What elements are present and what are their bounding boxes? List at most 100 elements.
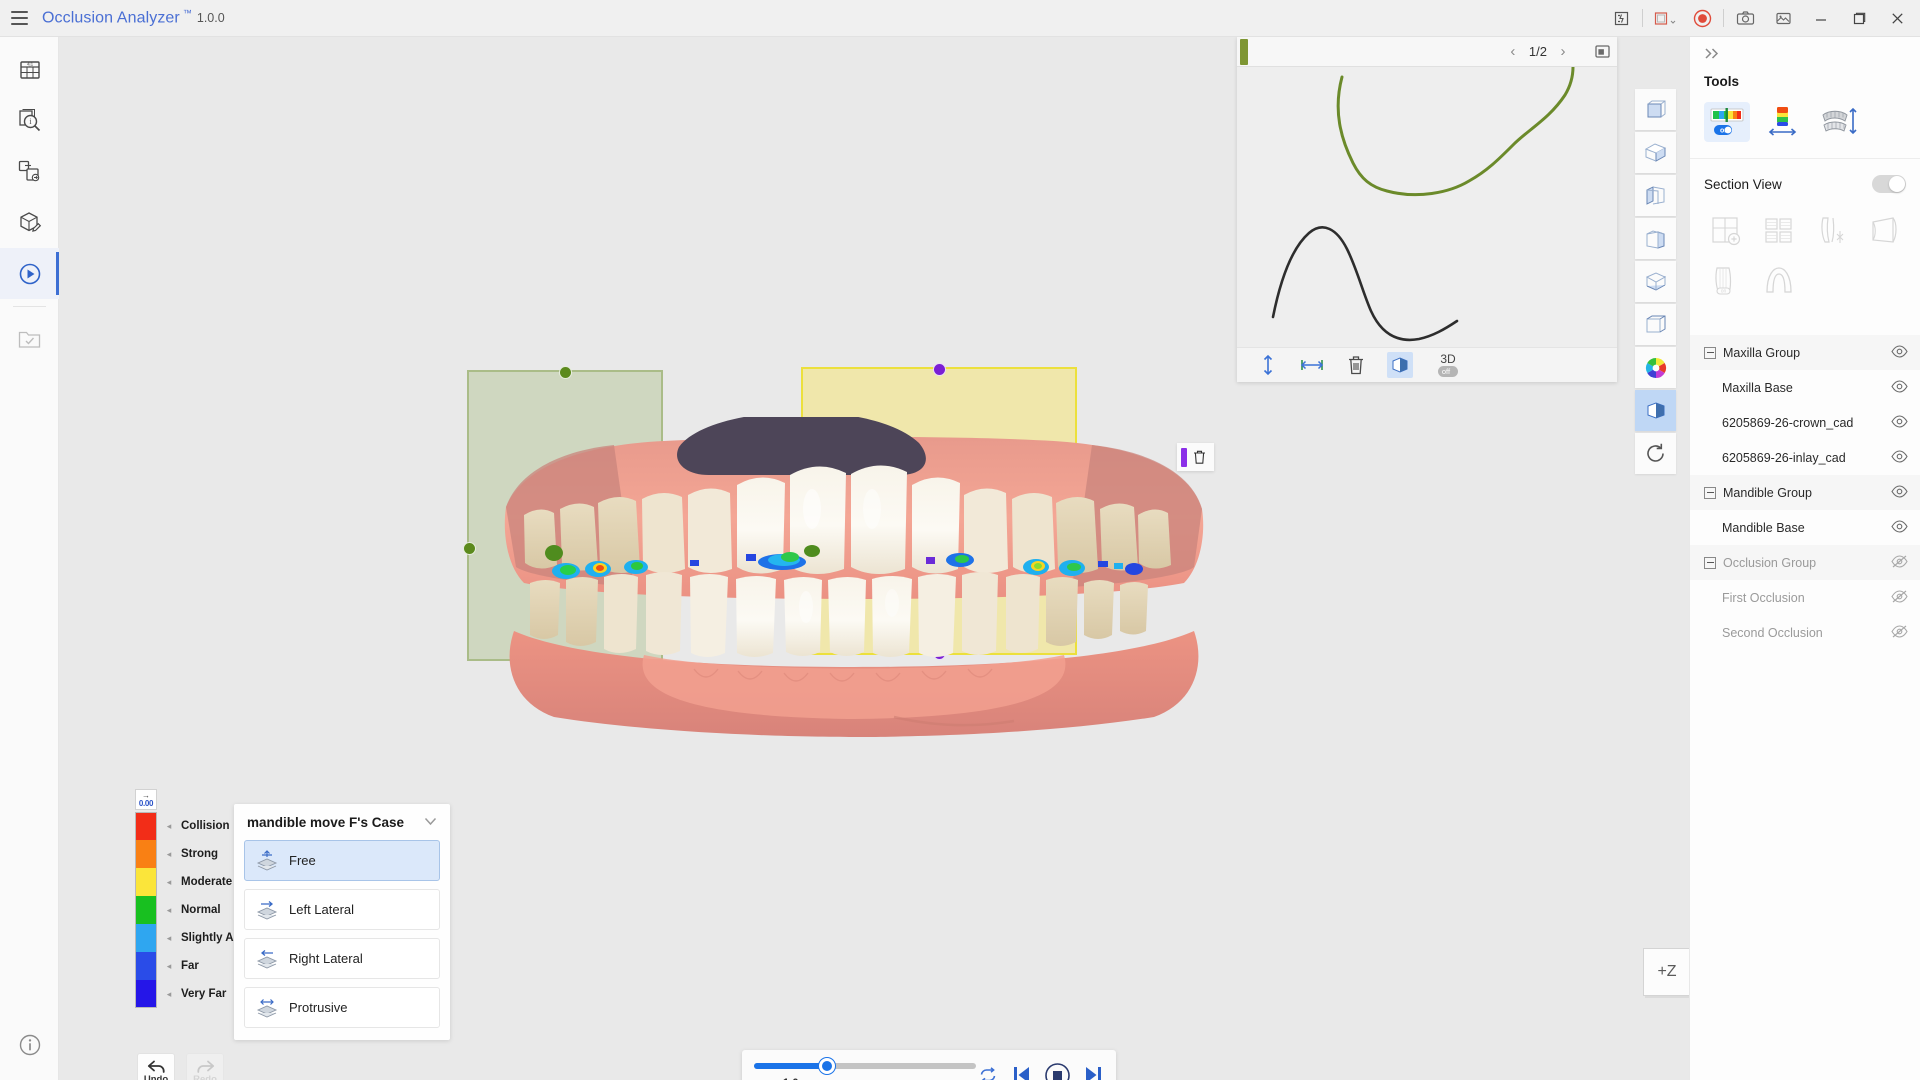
tree-item-maxilla-base[interactable]: Maxilla Base [1690,370,1920,405]
3d-toggle[interactable]: 3D off [1431,352,1465,378]
movement-panel-header[interactable]: mandible move F's Case [244,813,440,840]
movement-item-protrusive[interactable]: Protrusive [244,987,440,1028]
visibility-eye-off-icon[interactable] [1885,625,1908,641]
sidebar-item-play-analysis[interactable] [0,248,59,299]
layout-panel-icon[interactable] [1645,0,1683,37]
tree-item-inlay-cad[interactable]: 6205869-26-inlay_cad [1690,440,1920,475]
movement-panel: mandible move F's Case Free Left Lateral… [234,804,450,1040]
view-front-icon[interactable] [1635,89,1676,130]
close-icon[interactable] [1878,0,1916,37]
chevron-double-right-icon[interactable] [1690,37,1920,70]
color-wheel-icon[interactable] [1635,347,1676,388]
visibility-eye-icon[interactable] [1885,380,1908,396]
visibility-eye-icon[interactable] [1885,450,1908,466]
app-name: Occlusion Analyzer [42,10,180,27]
vertical-measure-icon[interactable] [1255,352,1281,378]
visibility-eye-icon[interactable] [1885,345,1908,361]
speed-decrease-button[interactable]: − [756,1077,767,1080]
undo-button[interactable]: Undo [137,1053,175,1080]
stop-circle-icon[interactable] [1044,1062,1071,1080]
viewport-3d[interactable]: ‹ 1/2 › [59,37,1689,1080]
reset-view-icon[interactable] [1635,433,1676,474]
camera-icon[interactable] [1726,0,1764,37]
movement-item-right-lateral[interactable]: Right Lateral [244,938,440,979]
legend-label: Very Far [181,988,226,1000]
sidebar-item-inspect[interactable]: i [0,95,59,146]
screenshot-annotate-icon[interactable] [1602,0,1640,37]
visibility-eye-icon[interactable] [1885,485,1908,501]
legend-swatch [135,952,157,980]
tree-item-maxilla-group[interactable]: Maxilla Group [1690,335,1920,370]
movement-case-title: mandible move F's Case [247,815,404,830]
prev-page-button[interactable]: ‹ [1506,43,1520,60]
mini-viewport-canvas[interactable] [1237,67,1617,347]
sidebar-item-align[interactable] [0,146,59,197]
section-arch-icon [1753,257,1804,305]
view-bottom-icon[interactable] [1635,261,1676,302]
popout-window-icon[interactable] [1594,43,1611,60]
tree-item-mandible-base[interactable]: Mandible Base [1690,510,1920,545]
timeline-slider[interactable] [754,1063,976,1069]
next-page-button[interactable]: › [1556,43,1570,60]
view-top-icon[interactable] [1635,132,1676,173]
right-panel: Tools on [1689,37,1920,1080]
shading-mode-icon[interactable] [1635,390,1676,431]
visibility-eye-off-icon[interactable] [1885,555,1908,571]
gallery-icon[interactable] [1764,0,1802,37]
view-left-icon[interactable] [1635,175,1676,216]
redo-button: Redo [186,1053,224,1080]
tree-item-crown-cad[interactable]: 6205869-26-crown_cad [1690,405,1920,440]
delete-icon[interactable] [1343,352,1369,378]
movement-item-free[interactable]: Free [244,840,440,881]
occlusion-colormap-tool[interactable]: on [1704,102,1750,142]
divider [13,306,46,307]
selection-handle-left[interactable] [463,542,476,555]
shade-view-icon[interactable] [1387,352,1413,378]
tree-item-label: First Occlusion [1722,591,1805,605]
maximize-icon[interactable] [1840,0,1878,37]
selection-handle-top[interactable] [559,366,572,379]
skip-previous-icon[interactable] [1011,1064,1031,1080]
horizontal-measure-icon[interactable] [1299,352,1325,378]
tree-item-mandible-group[interactable]: Mandible Group [1690,475,1920,510]
hamburger-icon[interactable] [0,0,38,37]
view-back-icon[interactable] [1635,304,1676,345]
colorbar-range-tool[interactable] [1760,102,1806,142]
collapse-toggle-icon[interactable] [1704,487,1716,499]
speed-control: − ×1.0 + [754,1077,976,1080]
minimize-icon[interactable] [1802,0,1840,37]
view-right-icon[interactable] [1635,218,1676,259]
dental-model-render[interactable] [494,417,1214,737]
sidebar-item-edit-model[interactable] [0,197,59,248]
visibility-eye-icon[interactable] [1885,415,1908,431]
record-icon[interactable] [1683,0,1721,37]
tree-item-second-occlusion[interactable]: Second Occlusion [1690,615,1920,650]
speed-increase-button[interactable]: + [808,1077,819,1080]
loop-icon[interactable] [978,1066,998,1080]
collapse-toggle-icon[interactable] [1704,347,1716,359]
tree-item-first-occlusion[interactable]: First Occlusion [1690,580,1920,615]
skip-next-icon[interactable] [1084,1064,1104,1080]
move-free-icon [255,850,279,872]
timeline-knob[interactable] [819,1058,835,1074]
chevron-down-icon[interactable] [424,817,437,829]
selection-handle-top[interactable] [933,363,946,376]
mini-viewport-pager: ‹ 1/2 › [1506,43,1611,60]
svg-text:4|1: 4|1 [26,61,33,66]
scale-readout: → 0.00 [135,789,157,810]
movement-item-left-lateral[interactable]: Left Lateral [244,889,440,930]
visibility-eye-off-icon[interactable] [1885,590,1908,606]
tree-item-occlusion-group[interactable]: Occlusion Group [1690,545,1920,580]
collapse-toggle-icon[interactable] [1704,557,1716,569]
undo-icon [147,1060,166,1073]
legend-label: Collision [181,820,230,832]
axis-orientation-cube[interactable]: +Z [1643,948,1689,996]
trace-mini-viewport[interactable]: ‹ 1/2 › [1237,37,1617,382]
visibility-eye-icon[interactable] [1885,520,1908,536]
toggle-knob [1889,176,1905,192]
section-view-toggle[interactable] [1872,175,1906,193]
info-icon[interactable] [0,1032,59,1058]
legend-swatch [135,812,157,840]
sidebar-item-form[interactable]: 4|1 [0,44,59,95]
jaw-distance-tool[interactable] [1816,102,1862,142]
